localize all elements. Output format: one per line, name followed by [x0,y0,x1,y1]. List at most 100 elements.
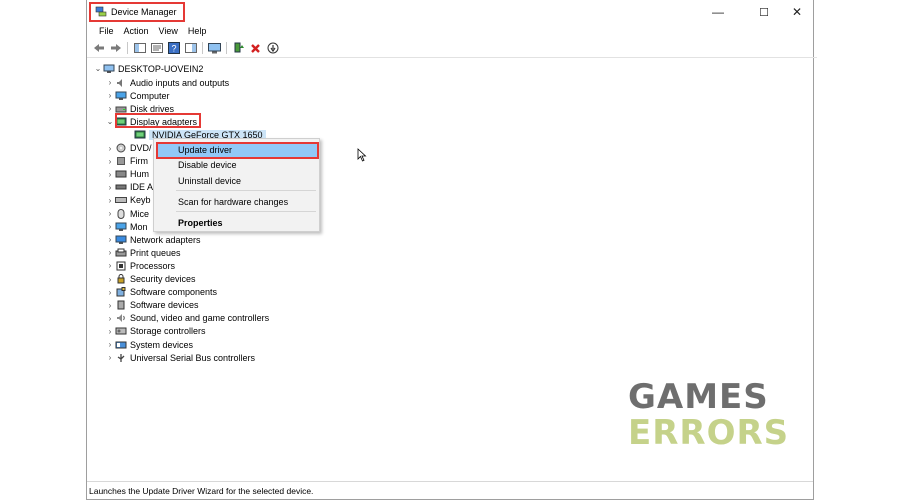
disable-icon [267,42,278,54]
action-pane-icon [184,43,197,53]
close-button[interactable]: ✕ [782,2,812,22]
computer-icon [103,64,115,74]
device-manager-icon [95,5,107,19]
tree-category-item[interactable]: › Processors [105,259,175,272]
tree-category-item[interactable]: › Hum [105,168,149,181]
context-properties-label: Properties [178,217,223,228]
tree-root-label: DESKTOP-UOVEIN2 [118,63,204,74]
help-button[interactable]: ? [166,41,181,55]
tree-category-item[interactable]: › Security devices [105,273,196,286]
uninstall-button[interactable] [248,41,263,55]
chevron-right-icon[interactable]: › [105,183,115,192]
show-hide-console-tree-button[interactable] [132,41,147,55]
monitor-icon [115,222,127,232]
chevron-right-icon[interactable]: › [105,104,115,113]
tree-category-item[interactable]: › Sound, video and game controllers [105,312,269,325]
chevron-right-icon[interactable]: › [105,170,115,179]
scan-hardware-button[interactable] [207,41,222,55]
dvd-icon [115,143,127,153]
tree-category-item[interactable]: › Software devices [105,299,199,312]
hid-icon [115,169,127,179]
chevron-right-icon[interactable]: › [105,248,115,257]
chevron-right-icon[interactable]: › [105,235,115,244]
context-disable-device[interactable]: Disable device [156,157,317,172]
chevron-right-icon[interactable]: › [105,157,115,166]
menu-file[interactable]: File [94,26,119,36]
tree-category-item[interactable]: › DVD/ [105,142,152,155]
tree-category-item[interactable]: › Universal Serial Bus controllers [105,351,255,364]
tree-category-item[interactable]: › Keyb [105,194,151,207]
menu-view[interactable]: View [154,26,183,36]
network-icon [115,235,127,245]
display-adapter-icon [134,130,146,140]
chevron-right-icon[interactable]: › [105,327,115,336]
window-title: Device Manager [111,7,177,17]
tree-category-item[interactable]: › Mon [105,220,148,233]
tree-item-label: DVD/ [130,143,152,153]
title-highlight-box: Device Manager [89,2,185,22]
tree-category-item[interactable]: › Mice [105,207,149,220]
status-text: Launches the Update Driver Wizard for th… [89,485,314,496]
tree-category-item[interactable]: › IDE A [105,181,153,194]
chevron-right-icon[interactable]: › [105,91,115,100]
menu-help[interactable]: Help [183,26,212,36]
action-pane-button[interactable] [183,41,198,55]
tree-item-label: Network adapters [130,234,201,245]
tree-category-item[interactable]: › Network adapters [105,233,201,246]
close-icon: ✕ [791,5,803,19]
watermark-line-2: ERRORS [628,413,790,453]
context-uninstall-device[interactable]: Uninstall device [156,173,317,188]
minimize-button[interactable]: — [703,2,733,22]
properties-icon [150,43,163,53]
chevron-right-icon[interactable]: › [105,340,115,349]
update-driver-button[interactable] [231,41,246,55]
chevron-right-icon[interactable]: › [105,144,115,153]
forward-button[interactable] [108,41,123,55]
tree-category-item[interactable]: › Print queues [105,246,181,259]
help-icon: ? [167,42,180,54]
tree-category-item[interactable]: › System devices [105,338,193,351]
chevron-right-icon[interactable]: › [105,222,115,231]
tree-item-label: Print queues [130,247,181,258]
tree-category-item[interactable]: › Computer [105,89,170,102]
context-properties[interactable]: Properties [156,215,317,230]
ide-icon [115,182,127,192]
system-icon [115,340,127,350]
tree-item-label: Firm [130,156,148,167]
tree-root[interactable]: ⌄ DESKTOP-UOVEIN2 [93,62,204,75]
context-scan-hardware-label: Scan for hardware changes [178,196,289,207]
tree-category-item[interactable]: › Firm [105,155,148,168]
uninstall-icon [251,43,260,53]
maximize-icon: ☐ [759,6,769,19]
tree-item-label: Sound, video and game controllers [130,313,270,324]
firmware-icon [115,156,127,166]
monitor-icon [115,91,127,101]
tree-item-label: IDE A [130,182,154,193]
tree-category-item[interactable]: › Storage controllers [105,325,206,338]
tree-category-item[interactable]: › Software components [105,286,217,299]
chevron-right-icon[interactable]: › [105,209,115,218]
properties-button[interactable] [149,41,164,55]
status-bar: Launches the Update Driver Wizard for th… [87,481,813,499]
watermark-line-1: GAMES [628,377,769,417]
display-adapters-highlight-box [115,113,201,128]
chevron-right-icon[interactable]: › [105,288,115,297]
disable-button[interactable] [265,41,280,55]
chevron-right-icon[interactable]: › [105,275,115,284]
tree-item-label: Hum [130,169,150,180]
maximize-button[interactable]: ☐ [749,2,779,22]
chevron-right-icon[interactable]: › [105,196,115,205]
chevron-down-icon[interactable]: ⌄ [105,117,115,126]
back-button[interactable] [91,41,106,55]
chevron-right-icon[interactable]: › [105,78,115,87]
watermark-logo: GAMES ERRORS [628,380,789,450]
chevron-right-icon[interactable]: › [105,314,115,323]
chevron-right-icon[interactable]: › [105,301,115,310]
chevron-right-icon[interactable]: › [105,261,115,270]
menu-action[interactable]: Action [119,26,154,36]
chevron-right-icon[interactable]: › [105,353,115,362]
context-scan-hardware[interactable]: Scan for hardware changes [156,194,317,209]
tree-category-item[interactable]: › Audio inputs and outputs [105,76,229,89]
tree-item-label: System devices [130,339,194,350]
chevron-down-icon[interactable]: ⌄ [93,64,103,73]
